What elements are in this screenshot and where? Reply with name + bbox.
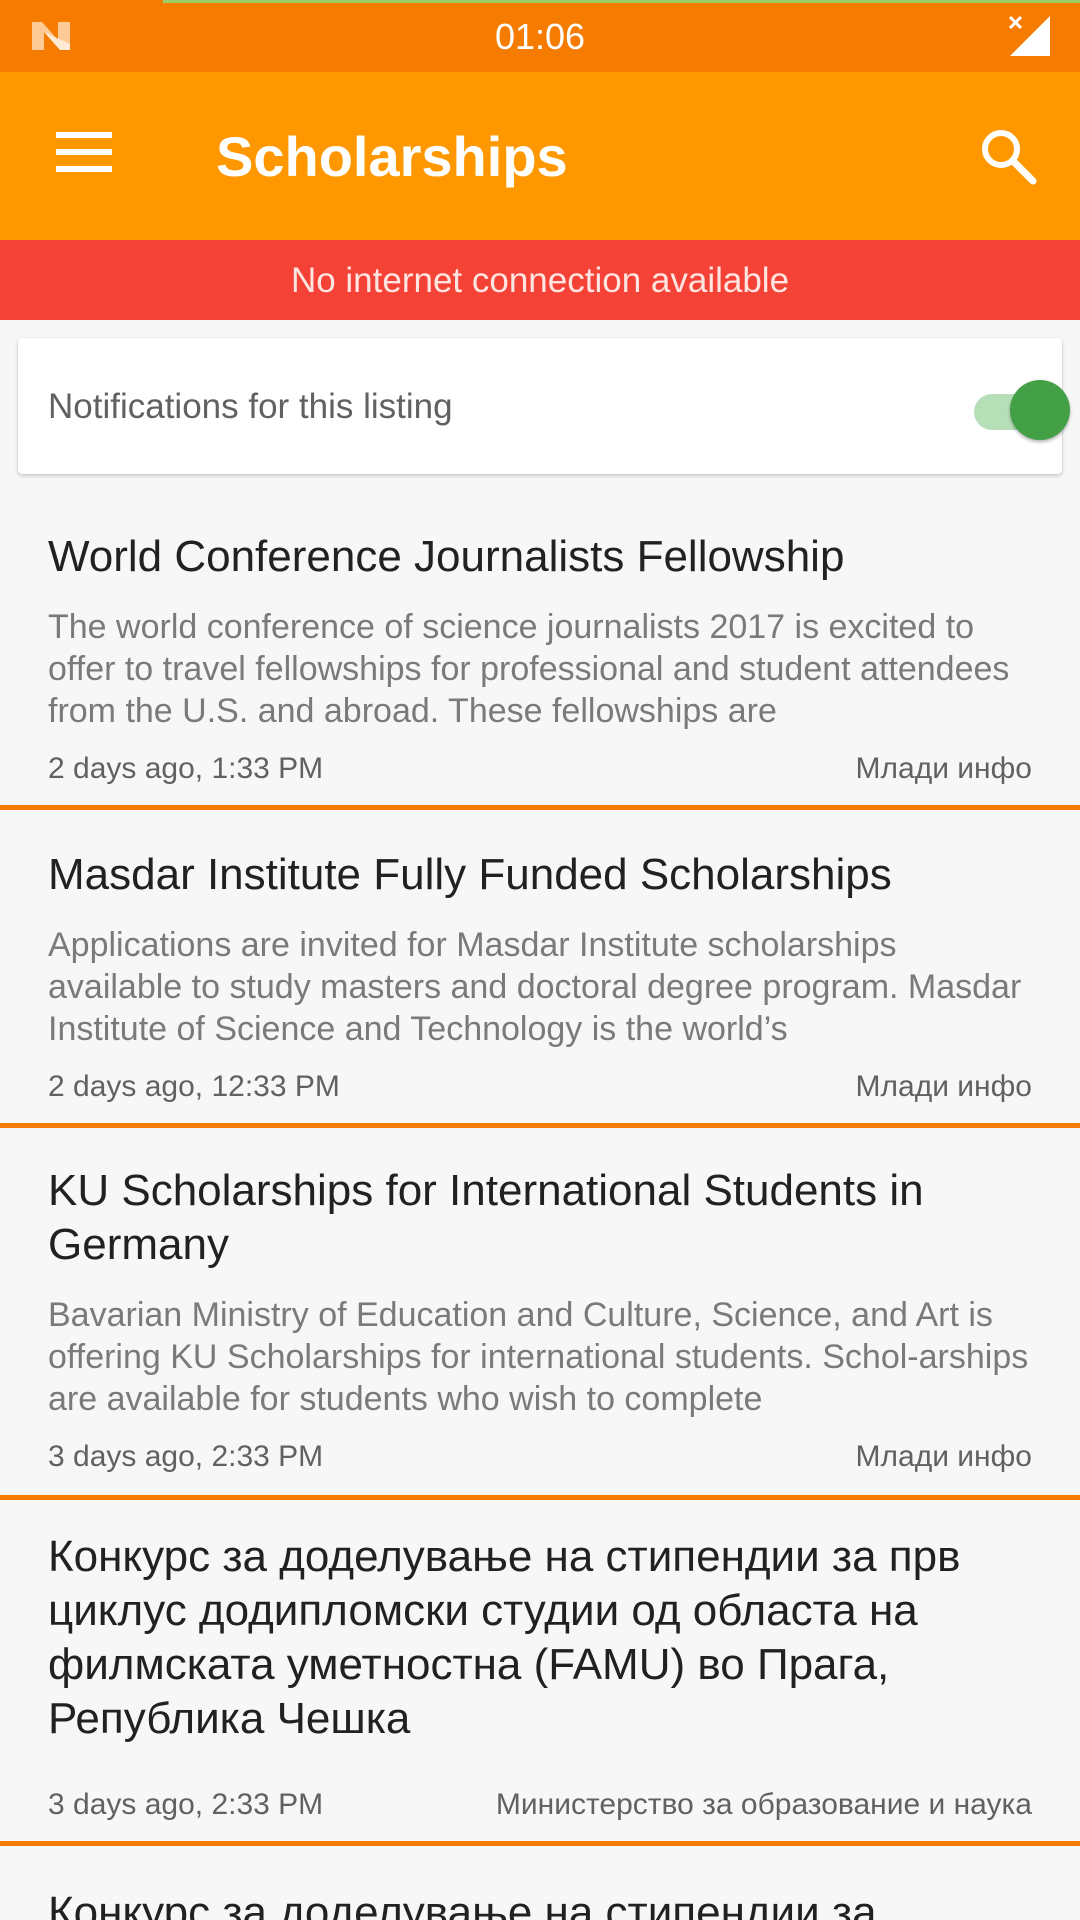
article-title: World Conference Journalists Fellowship bbox=[48, 532, 845, 581]
notifications-label: Notifications for this listing bbox=[48, 387, 453, 426]
article-date: 2 days ago, 1:33 PM bbox=[48, 752, 324, 785]
list-item[interactable]: Конкурс за доделување на стипендии за bbox=[0, 1846, 1080, 1920]
status-time: 01:06 bbox=[494, 16, 586, 57]
search-button[interactable] bbox=[962, 110, 1054, 202]
signal-no-connection-icon bbox=[1008, 15, 1050, 56]
article-source: Млади инфо bbox=[855, 752, 1032, 785]
app-bar: Scholarships bbox=[0, 72, 1080, 240]
article-date: 3 days ago, 2:33 PM bbox=[48, 1788, 324, 1821]
menu-button[interactable] bbox=[40, 108, 128, 196]
hamburger-menu-icon bbox=[56, 132, 112, 172]
list-item[interactable]: Masdar Institute Fully Funded Scholarshi… bbox=[0, 810, 1080, 1128]
page-title: Scholarships bbox=[216, 125, 568, 188]
article-excerpt: The world conference of science journali… bbox=[48, 608, 1010, 730]
article-date: 2 days ago, 12:33 PM bbox=[48, 1070, 340, 1103]
article-excerpt: Bavarian Ministry of Education and Cultu… bbox=[48, 1296, 1029, 1418]
article-date: 3 days ago, 2:33 PM bbox=[48, 1440, 324, 1473]
article-source: Млади инфо bbox=[855, 1070, 1032, 1103]
article-excerpt: Applications are invited for Masdar Inst… bbox=[48, 926, 1022, 1048]
status-bar: 01:06 bbox=[0, 0, 1080, 72]
article-title: Конкурс за доделување на стипендии за bbox=[48, 1888, 877, 1920]
notifications-toggle[interactable] bbox=[956, 374, 1070, 440]
list-item[interactable]: KU Scholarships for International Studen… bbox=[0, 1128, 1080, 1500]
article-title: Конкурс за доделување на стипендии за пр… bbox=[48, 1532, 961, 1743]
article-title: KU Scholarships for International Studen… bbox=[48, 1166, 924, 1269]
offline-banner: No internet connection available bbox=[0, 240, 1080, 320]
toggle-thumb bbox=[1010, 380, 1070, 440]
list-item[interactable]: World Conference Journalists Fellowship … bbox=[0, 490, 1080, 810]
list-item[interactable]: Конкурс за доделување на стипендии за пр… bbox=[0, 1500, 1080, 1846]
article-title: Masdar Institute Fully Funded Scholarshi… bbox=[48, 850, 892, 899]
notifications-card: Notifications for this listing bbox=[18, 338, 1070, 474]
search-icon bbox=[982, 130, 1037, 185]
article-source: Млади инфо bbox=[855, 1440, 1032, 1473]
article-source: Министерство за образование и наука bbox=[495, 1788, 1032, 1821]
